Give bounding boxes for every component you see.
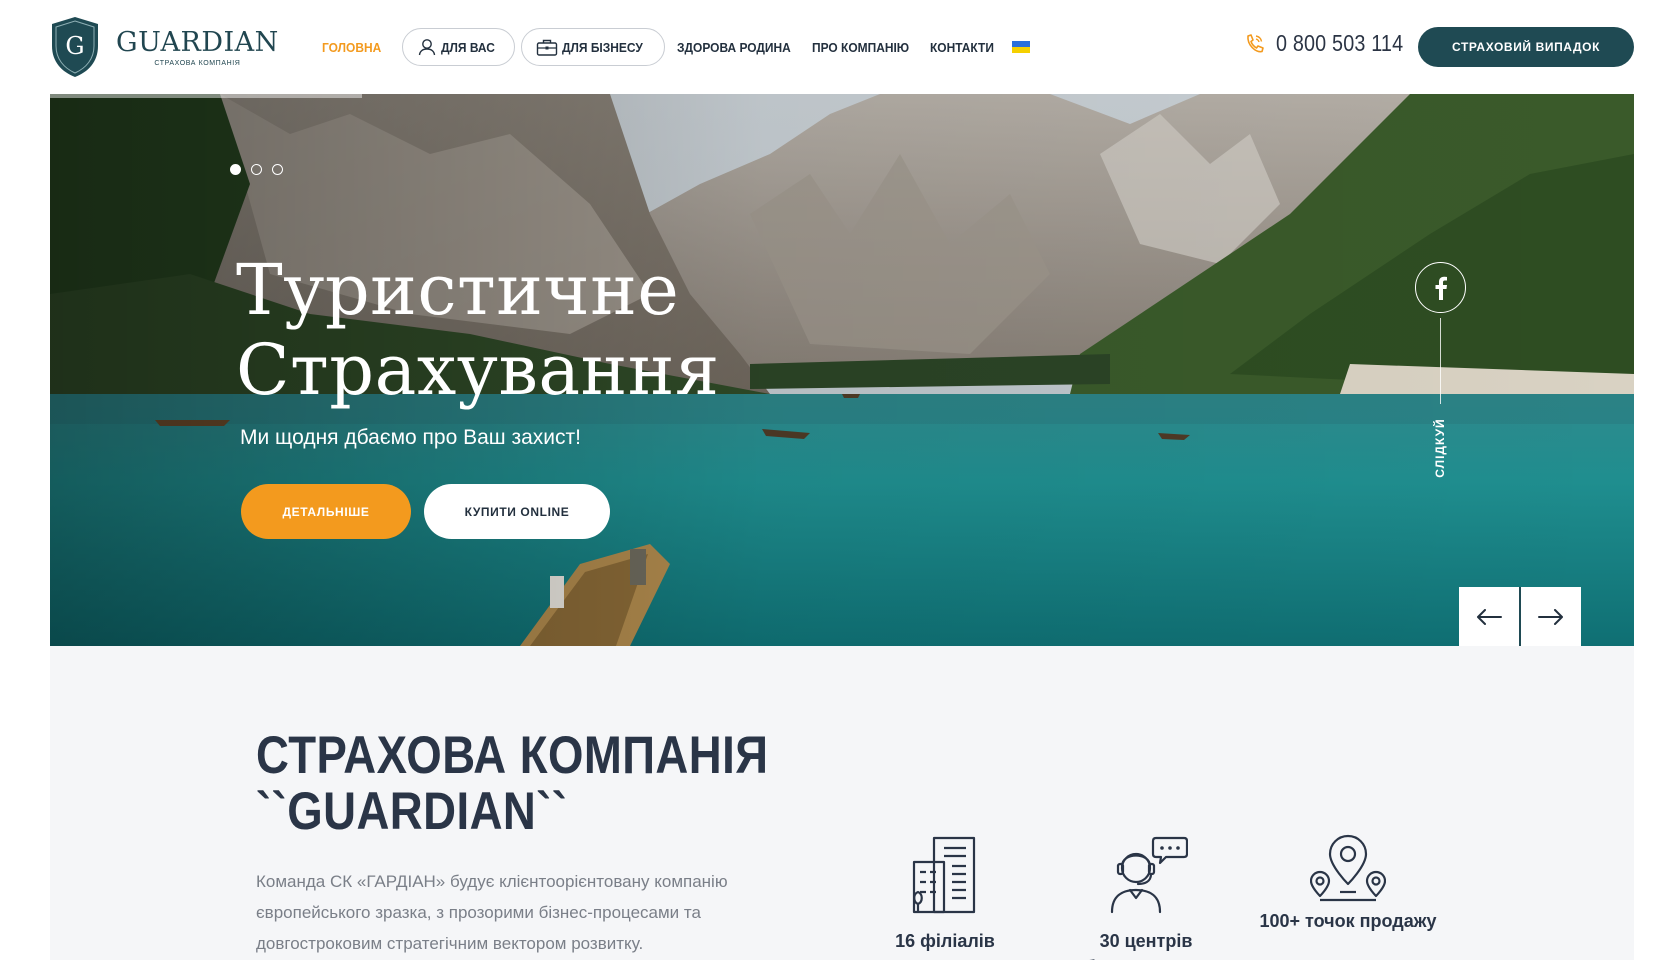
about-title: СТРАХОВА КОМПАНІЯ ``GUARDIAN``: [256, 728, 768, 840]
nav-item-for-business-label: ДЛЯ БІЗНЕСУ: [561, 39, 643, 55]
slider-progress-bar: [50, 94, 362, 98]
phone-icon: [1247, 33, 1264, 52]
arrow-left-icon: [1477, 608, 1502, 625]
nav-item-for-you[interactable]: ДЛЯ ВАС: [402, 28, 515, 66]
map-pins-icon: [1310, 834, 1386, 902]
slider-next-button[interactable]: [1521, 587, 1581, 646]
hero-title-line2: Страхування: [236, 329, 720, 411]
insurance-claim-button[interactable]: СТРАХОВИЙ ВИПАДОК: [1418, 27, 1634, 67]
ukraine-flag-icon[interactable]: [1011, 41, 1030, 53]
site-header: G GUARDIAN СТРАХОВА КОМПАНІЯ ГОЛОВНА ДЛЯ…: [0, 0, 1680, 94]
nav-item-for-you-label: ДЛЯ ВАС: [441, 39, 496, 55]
logo-letter: G: [65, 32, 84, 60]
logo[interactable]: G GUARDIAN СТРАХОВА КОМПАНІЯ: [50, 16, 279, 78]
about-title-line1: СТРАХОВА КОМПАНІЯ: [256, 726, 769, 785]
stat-branches: 16 філіалів: [845, 834, 1045, 954]
stat-service-centers-label: 30 центрів обслуговування: [1073, 931, 1218, 960]
nav-item-contacts[interactable]: КОНТАКТИ: [930, 40, 994, 55]
stat-sales-points: 100+ точок продажу: [1248, 834, 1448, 934]
hero-slider: Туристичне Страхування Ми щодня дбаємо п…: [50, 94, 1634, 646]
phone-number: 0 800 503 114: [1276, 30, 1404, 56]
stat-sales-points-label: 100+ точок продажу: [1259, 911, 1437, 931]
stat-service-centers: 30 центрів обслуговування: [1046, 834, 1246, 960]
briefcase-icon: [536, 39, 558, 56]
details-button[interactable]: ДЕТАЛЬНІШЕ: [241, 484, 411, 539]
buildings-icon: [912, 836, 976, 914]
about-description: Команда СК «ГАРДІАН» будує клієнтоорієнт…: [256, 872, 728, 953]
facebook-icon: [1435, 276, 1447, 300]
nav-item-for-business[interactable]: ДЛЯ БІЗНЕСУ: [520, 28, 665, 66]
follow-divider: [1440, 318, 1441, 404]
shield-logo-icon: G: [52, 17, 98, 77]
nav-item-healthy-family[interactable]: ЗДОРОВА РОДИНА: [677, 40, 791, 55]
hero-title: Туристичне Страхування: [236, 250, 720, 410]
logo-name: GUARDIAN: [116, 26, 279, 58]
nav-item-about[interactable]: ПРО КОМПАНІЮ: [812, 40, 909, 55]
logo-subtitle: СТРАХОВА КОМПАНІЯ: [154, 59, 241, 67]
slider-dot-3[interactable]: [272, 164, 283, 175]
slider-dots: [230, 164, 293, 175]
about-title-line2: ``GUARDIAN``: [256, 782, 568, 841]
user-icon: [419, 39, 436, 56]
main-nav: ГОЛОВНА ДЛЯ ВАС ДЛЯ БІЗНЕСУ ЗДОРОВА РОДИ…: [322, 28, 1030, 66]
hero-subtitle: Ми щодня дбаємо про Ваш захист!: [240, 426, 581, 449]
about-section: СТРАХОВА КОМПАНІЯ ``GUARDIAN`` Команда С…: [50, 646, 1634, 960]
call-center-icon: [1110, 836, 1188, 914]
stat-branches-label: 16 філіалів: [895, 931, 995, 951]
follow-label: СЛІДКУЙ: [1433, 418, 1447, 478]
slider-dot-2[interactable]: [251, 164, 262, 175]
slider-dot-1[interactable]: [230, 164, 241, 175]
nav-item-home[interactable]: ГОЛОВНА: [322, 40, 381, 55]
phone-contact[interactable]: 0 800 503 114: [1244, 30, 1424, 57]
facebook-link[interactable]: [1415, 262, 1466, 313]
slider-prev-button[interactable]: [1459, 587, 1519, 646]
hero-title-line1: Туристичне: [236, 249, 680, 331]
arrow-right-icon: [1538, 608, 1563, 625]
buy-online-button[interactable]: КУПИТИ ONLINE: [424, 484, 610, 539]
